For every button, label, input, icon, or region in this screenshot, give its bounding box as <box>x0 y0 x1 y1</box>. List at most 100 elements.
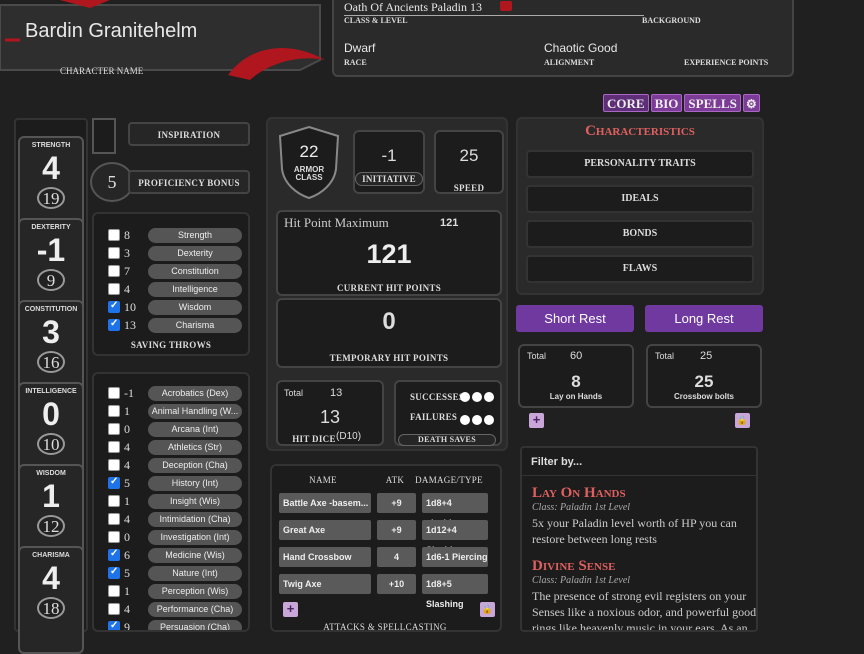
proficiency-checkbox[interactable] <box>108 620 120 630</box>
row-label[interactable]: Athletics (Str) <box>148 439 242 455</box>
personality-traits[interactable]: PERSONALITY TRAITS <box>526 150 754 178</box>
attack-row[interactable]: Hand Crossbow 4 1d6-1 Piercing <box>279 547 488 567</box>
success-dot-icon[interactable] <box>484 392 494 402</box>
resource-total[interactable]: 60 <box>570 350 582 362</box>
failure-dot-icon[interactable] <box>460 415 470 425</box>
proficiency-checkbox[interactable] <box>108 495 120 507</box>
hp-max-value[interactable]: 121 <box>440 217 458 229</box>
proficiency-checkbox[interactable] <box>108 423 120 435</box>
row-label[interactable]: Nature (Int) <box>148 565 242 581</box>
ability-score[interactable]: 10 <box>37 433 65 455</box>
death-failure-dots[interactable] <box>460 415 494 425</box>
proficiency-checkbox[interactable] <box>108 387 120 399</box>
attack-row[interactable]: Great Axe +9 1d12+4 Slashing <box>279 520 488 555</box>
row-label[interactable]: Intimidation (Cha) <box>148 511 242 527</box>
attack-damage[interactable]: 1d8+4 slashing <box>422 493 488 528</box>
tab-spells[interactable]: SPELLS <box>684 94 741 112</box>
proficiency-checkbox[interactable] <box>108 548 120 561</box>
proficiency-checkbox[interactable] <box>108 229 120 241</box>
attack-damage[interactable]: 1d6-1 Piercing <box>422 547 488 567</box>
row-label[interactable]: Medicine (Wis) <box>148 547 242 563</box>
ability-score[interactable]: 19 <box>37 187 65 209</box>
row-label[interactable]: Deception (Cha) <box>148 457 242 473</box>
class-level[interactable]: Oath Of Ancients Paladin 13 <box>344 0 482 15</box>
proficiency-checkbox[interactable] <box>108 603 120 615</box>
lock-attacks-icon[interactable]: 🔒 <box>480 602 495 617</box>
tab-bio[interactable]: BIO <box>650 94 683 112</box>
proficiency-checkbox[interactable] <box>108 405 120 417</box>
row-label[interactable]: Persuasion (Cha) <box>148 619 242 630</box>
row-label[interactable]: Performance (Cha) <box>148 601 242 617</box>
row-label[interactable]: Wisdom <box>148 299 242 315</box>
success-dot-icon[interactable] <box>460 392 470 402</box>
proficiency-checkbox[interactable] <box>108 585 120 597</box>
ability-score[interactable]: 9 <box>37 269 65 291</box>
row-label[interactable]: Charisma <box>148 317 242 333</box>
row-label[interactable]: Constitution <box>148 263 242 279</box>
initiative-value[interactable]: -1 <box>355 146 423 166</box>
speed-value[interactable]: 25 <box>436 146 502 166</box>
attack-bonus[interactable]: +9 <box>377 493 416 513</box>
attack-name[interactable]: Great Axe <box>279 520 371 540</box>
attack-row[interactable]: Battle Axe -basem... +9 1d8+4 slashing <box>279 493 488 528</box>
proficiency-checkbox[interactable] <box>108 566 120 579</box>
death-success-dots[interactable] <box>460 392 494 402</box>
proficiency-checkbox[interactable] <box>108 283 120 295</box>
ideals[interactable]: IDEALS <box>526 185 754 213</box>
attack-damage[interactable]: 1d12+4 Slashing <box>422 520 488 555</box>
hit-dice-total[interactable]: 13 <box>330 387 342 399</box>
temp-hp-value[interactable]: 0 <box>278 308 500 336</box>
settings-gear-icon[interactable]: ⚙ <box>742 94 760 112</box>
long-rest-button[interactable]: Long Rest <box>645 305 763 332</box>
proficiency-checkbox[interactable] <box>108 441 120 453</box>
proficiency-checkbox[interactable] <box>108 265 120 277</box>
short-rest-button[interactable]: Short Rest <box>516 305 634 332</box>
feature-item[interactable]: Divine Sense Class: Paladin 1st Level Th… <box>532 558 756 630</box>
attack-damage[interactable]: 1d8+5 Slashing <box>422 574 488 609</box>
attack-bonus[interactable]: +10 <box>377 574 416 594</box>
ability-score[interactable]: 18 <box>37 597 65 619</box>
proficiency-checkbox[interactable] <box>108 531 120 543</box>
ability-score[interactable]: 12 <box>37 515 65 537</box>
attack-bonus[interactable]: +9 <box>377 520 416 540</box>
failure-dot-icon[interactable] <box>484 415 494 425</box>
proficiency-checkbox[interactable] <box>108 300 120 313</box>
row-label[interactable]: Animal Handling (W... <box>148 403 242 419</box>
character-name[interactable]: Bardin Granitehelm <box>25 20 197 43</box>
hit-dice-value[interactable]: 13 <box>278 407 382 428</box>
feature-item[interactable]: Lay On Hands Class: Paladin 1st Level 5x… <box>532 485 754 547</box>
attack-row[interactable]: Twig Axe +10 1d8+5 Slashing <box>279 574 488 609</box>
proficiency-checkbox[interactable] <box>108 476 120 489</box>
row-label[interactable]: Investigation (Int) <box>148 529 242 545</box>
success-dot-icon[interactable] <box>472 392 482 402</box>
attack-name[interactable]: Hand Crossbow <box>279 547 371 567</box>
bonds[interactable]: BONDS <box>526 220 754 248</box>
hit-dice-die[interactable]: (D10) <box>336 431 361 442</box>
row-label[interactable]: Strength <box>148 227 242 243</box>
flaws[interactable]: FLAWS <box>526 255 754 283</box>
ability-score[interactable]: 16 <box>37 351 65 373</box>
tab-core[interactable]: CORE <box>603 94 649 112</box>
add-attack-button[interactable]: + <box>283 602 298 617</box>
hp-current-value[interactable]: 121 <box>278 239 500 270</box>
row-label[interactable]: Acrobatics (Dex) <box>148 385 242 401</box>
add-resource-button[interactable]: + <box>529 413 544 428</box>
inspiration-box[interactable] <box>92 118 116 154</box>
proficiency-checkbox[interactable] <box>108 318 120 331</box>
resource-total[interactable]: 25 <box>700 350 712 362</box>
row-label[interactable]: Arcana (Int) <box>148 421 242 437</box>
alignment-value[interactable]: Chaotic Good <box>544 41 617 55</box>
row-label[interactable]: Intelligence <box>148 281 242 297</box>
proficiency-checkbox[interactable] <box>108 459 120 471</box>
proficiency-checkbox[interactable] <box>108 247 120 259</box>
row-label[interactable]: Insight (Wis) <box>148 493 242 509</box>
armor-class-value[interactable]: 22 <box>276 142 342 162</box>
features-filter[interactable]: Filter by... <box>531 456 582 468</box>
attack-name[interactable]: Twig Axe <box>279 574 371 594</box>
attack-name[interactable]: Battle Axe -basem... <box>279 493 371 513</box>
proficiency-checkbox[interactable] <box>108 513 120 525</box>
resource-value[interactable]: 25 <box>648 372 760 392</box>
row-label[interactable]: Dexterity <box>148 245 242 261</box>
race-value[interactable]: Dwarf <box>344 41 375 55</box>
lock-resources-icon[interactable]: 🔒 <box>735 413 750 428</box>
